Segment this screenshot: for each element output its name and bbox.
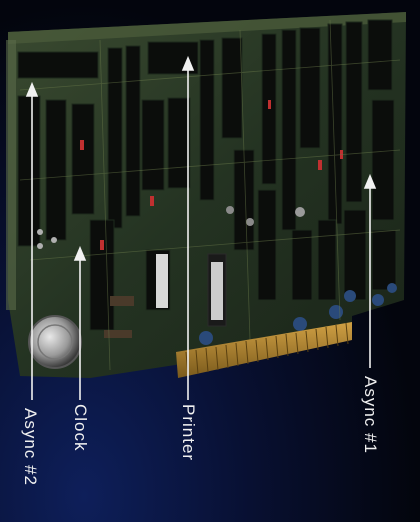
coin-battery: [28, 315, 82, 369]
circuit-board-photo: [6, 12, 406, 400]
label-async2: Async #2: [21, 408, 40, 486]
photo-stage: Async #2 Clock Printer Async #1: [0, 0, 420, 522]
label-printer: Printer: [179, 404, 198, 462]
label-async1: Async #1: [361, 376, 380, 454]
label-clock: Clock: [71, 404, 90, 452]
eprom-window: [211, 262, 223, 320]
mounting-bracket: [6, 40, 16, 310]
label-sticker: [156, 254, 168, 308]
